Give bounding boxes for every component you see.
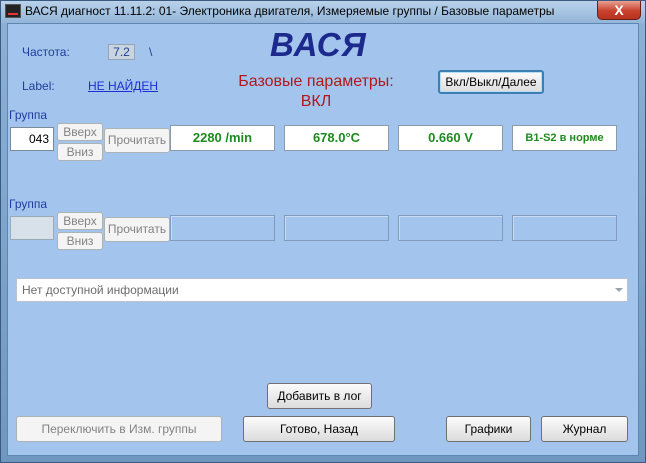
main-panel: Частота: 7.2 \ Label: НЕ НАЙДЕН ВАСЯ Баз… [7, 23, 639, 456]
mode-title-line1: Базовые параметры: [238, 73, 394, 90]
journal-button[interactable]: Журнал [541, 416, 628, 442]
toggle-next-button[interactable]: Вкл/Выкл/Далее [438, 70, 544, 94]
group-1-number-input[interactable]: 043 [10, 127, 54, 151]
group-1-down-button[interactable]: Вниз [57, 143, 103, 161]
app-window: ВАСЯ диагност 11.11.2: 01- Электроника д… [0, 0, 646, 463]
frequency-label: Частота: [22, 45, 70, 59]
group-2-value-1 [170, 215, 275, 241]
info-dropdown-value: Нет доступной информации [22, 283, 179, 297]
switch-to-measuring-groups-button[interactable]: Переключить в Изм. группы [16, 416, 222, 442]
group-1-up-button[interactable]: Вверх [57, 123, 103, 141]
group-1-value-3: 0.660 V [398, 125, 503, 151]
group-2-value-4 [512, 215, 617, 241]
frequency-value: 7.2 [108, 44, 135, 60]
group-2-value-3 [398, 215, 503, 241]
frequency-suffix: \ [149, 45, 153, 59]
group-2-number-input[interactable] [10, 216, 54, 240]
group-2-read-button[interactable]: Прочитать [104, 217, 170, 242]
group-2-label: Группа [9, 197, 48, 211]
brand-logo-text: ВАСЯ [270, 26, 367, 63]
title-bar: ВАСЯ диагност 11.11.2: 01- Электроника д… [1, 1, 645, 23]
app-icon [5, 4, 21, 18]
group-1-read-button[interactable]: Прочитать [104, 128, 170, 153]
group-2-up-button[interactable]: Вверх [57, 212, 103, 230]
graphs-button[interactable]: Графики [446, 416, 531, 442]
add-to-log-button[interactable]: Добавить в лог [267, 383, 372, 409]
window-title: ВАСЯ диагност 11.11.2: 01- Электроника д… [25, 4, 555, 18]
label-caption: Label: [22, 79, 55, 93]
label-status-link[interactable]: НЕ НАЙДЕН [88, 79, 158, 93]
group-1-label: Группа [9, 108, 48, 122]
mode-title: Базовые параметры: ВКЛ [218, 72, 414, 112]
group-1-value-2: 678.0°C [284, 125, 389, 151]
chevron-down-icon [615, 288, 623, 292]
group-1-value-4: B1-S2 в норме [512, 125, 617, 151]
done-back-button[interactable]: Готово, Назад [243, 416, 395, 442]
group-1-value-1: 2280 /min [170, 125, 275, 151]
group-2-down-button[interactable]: Вниз [57, 232, 103, 250]
close-button[interactable]: X [597, 1, 641, 20]
info-dropdown[interactable]: Нет доступной информации [16, 278, 628, 302]
group-2-value-2 [284, 215, 389, 241]
mode-title-line2: ВКЛ [300, 93, 332, 110]
